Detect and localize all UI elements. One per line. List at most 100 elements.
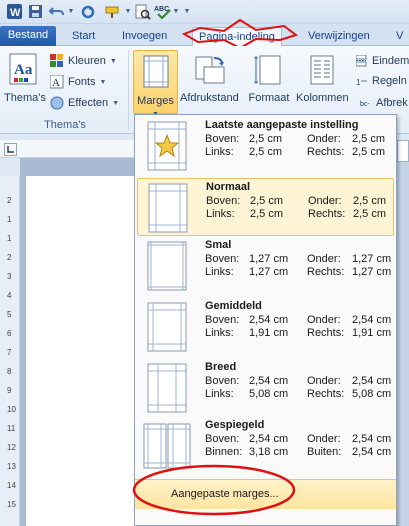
option-value: 1,91 cm <box>352 327 392 339</box>
line-numbers-button[interactable]: 1 Regeln <box>356 72 407 90</box>
option-value: 2,5 cm <box>249 146 283 158</box>
option-label: Onder: <box>307 253 341 265</box>
option-value: 2,54 cm <box>249 314 289 326</box>
line-numbers-icon: 1 <box>356 78 367 87</box>
option-label: Boven: <box>205 253 240 265</box>
columns-button[interactable]: Kolommen <box>296 50 349 114</box>
themes-button[interactable]: Aa Thema's <box>4 50 46 114</box>
customize-toolbar-icon[interactable]: ▼ <box>182 3 192 20</box>
option-label: Rechts: <box>307 388 345 400</box>
hyphenation-icon: bc- <box>360 101 370 108</box>
ruler-tick-label: 1 <box>7 234 12 243</box>
margins-button[interactable]: Marges ▼ <box>133 50 178 118</box>
option-value: 2,54 cm <box>249 433 289 445</box>
margins-label: Marges <box>137 95 174 107</box>
format-painter-icon[interactable] <box>104 3 124 20</box>
option-title: Laatste aangepaste instelling <box>205 119 359 131</box>
orientation-button[interactable]: Afdrukstand <box>180 50 239 114</box>
effects-label: Effecten <box>68 97 109 109</box>
option-label: Rechts: <box>307 327 345 339</box>
save-icon[interactable] <box>28 3 42 20</box>
option-label: Onder: <box>307 433 341 445</box>
option-value: 2,54 cm <box>352 314 392 326</box>
option-label: Links: <box>205 146 234 158</box>
format-dropdown-icon[interactable]: ▼ <box>124 3 132 20</box>
line-numbers-label: Regeln <box>372 75 407 87</box>
undo-dropdown-icon[interactable]: ▼ <box>67 3 75 20</box>
fonts-button[interactable]: A Fonts ▼ <box>50 73 106 91</box>
redo-icon[interactable] <box>80 3 96 20</box>
effects-button[interactable]: Effecten ▼ <box>50 94 119 112</box>
option-label: Binnen: <box>205 446 243 458</box>
margin-option-moderate[interactable]: Gemiddeld Boven: 2,54 cm Onder: 2,54 cm … <box>137 298 394 356</box>
custom-margins-label: Aangepaste marges... <box>171 488 279 500</box>
view-ruler-button[interactable] <box>397 140 409 162</box>
svg-text:bc-: bc- <box>360 101 370 108</box>
right-document-edge <box>396 140 409 526</box>
ruler-tick-label: 3 <box>7 272 12 281</box>
margin-option-wide[interactable]: Breed Boven: 2,54 cm Onder: 2,54 cm Link… <box>137 359 394 417</box>
option-value: 1,27 cm <box>249 253 289 265</box>
option-label: Boven: <box>205 133 240 145</box>
vertical-ruler: 2 1 1 2 3 4 5 6 7 8 9 10 11 12 13 14 15 <box>0 176 20 526</box>
option-label: Boven: <box>206 195 241 207</box>
size-icon <box>254 55 281 85</box>
tab-page-layout[interactable]: Pagina-indeling <box>192 27 282 46</box>
option-value: 2,54 cm <box>352 375 392 387</box>
colors-button[interactable]: Kleuren ▼ <box>50 52 117 70</box>
print-preview-icon[interactable] <box>134 3 152 20</box>
margins-icon <box>143 55 168 88</box>
margin-option-last-custom[interactable]: Laatste aangepaste instelling Boven: 2,5… <box>137 117 394 175</box>
spelling-dropdown-icon[interactable]: ▼ <box>172 3 180 20</box>
tab-file[interactable]: Bestand <box>0 26 56 46</box>
last-custom-margins-icon <box>147 121 187 171</box>
option-value: 1,27 cm <box>352 253 392 265</box>
size-button[interactable]: Formaat <box>244 50 294 114</box>
svg-text:Aa: Aa <box>14 62 33 78</box>
option-value: 2,5 cm <box>352 133 386 145</box>
tab-insert[interactable]: Invoegen <box>116 27 173 46</box>
ruler-tick-label: 13 <box>7 462 16 471</box>
themes-icon: Aa <box>9 53 37 85</box>
margin-option-normal[interactable]: Normaal Boven: 2,5 cm Onder: 2,5 cm Link… <box>137 178 394 236</box>
ruler-tick-label: 7 <box>7 348 12 357</box>
margin-option-mirrored[interactable]: Gespiegeld Boven: 2,54 cm Onder: 2,54 cm… <box>137 417 394 475</box>
undo-icon[interactable] <box>48 3 66 20</box>
moderate-margins-icon <box>147 302 187 352</box>
document-page[interactable] <box>26 176 146 526</box>
fonts-label: Fonts <box>68 76 96 88</box>
tab-more[interactable]: V <box>390 27 409 46</box>
option-value: 1,27 cm <box>352 266 392 278</box>
tab-start[interactable]: Start <box>66 27 101 46</box>
option-value: 2,5 cm <box>353 208 387 220</box>
margin-option-narrow[interactable]: Smal Boven: 1,27 cm Onder: 1,27 cm Links… <box>137 237 394 295</box>
hyphenation-button[interactable]: bc- Afbrek <box>360 94 408 112</box>
orientation-label: Afdrukstand <box>180 92 239 104</box>
option-label: Boven: <box>205 314 240 326</box>
ruler-tick-label: 15 <box>7 500 16 509</box>
wide-margins-icon <box>147 363 187 413</box>
breaks-icon <box>356 55 367 67</box>
option-value: 2,54 cm <box>352 433 392 445</box>
option-label: Onder: <box>307 375 341 387</box>
tab-selector[interactable] <box>4 143 17 156</box>
breaks-button[interactable]: Eindem <box>356 52 409 70</box>
custom-margins-button[interactable]: Aangepaste marges... <box>135 479 396 509</box>
group-separator <box>128 50 129 130</box>
ruler-tick-label: 12 <box>7 443 16 452</box>
ruler-tick-label: 10 <box>7 405 16 414</box>
option-title: Gespiegeld <box>205 419 265 431</box>
option-value: 2,5 cm <box>250 195 284 207</box>
option-value: 5,08 cm <box>249 388 289 400</box>
option-label: Onder: <box>308 195 342 207</box>
orientation-icon <box>195 56 225 84</box>
option-label: Buiten: <box>307 446 342 458</box>
ruler-tick-label: 2 <box>7 196 12 205</box>
option-value: 1,27 cm <box>249 266 289 278</box>
spelling-icon[interactable]: ABC <box>154 3 172 20</box>
option-label: Links: <box>205 327 234 339</box>
option-value: 1,91 cm <box>249 327 289 339</box>
ruler-tick-label: 14 <box>7 481 16 490</box>
breaks-label: Eindem <box>372 55 409 67</box>
tab-references[interactable]: Verwijzingen <box>302 27 376 46</box>
